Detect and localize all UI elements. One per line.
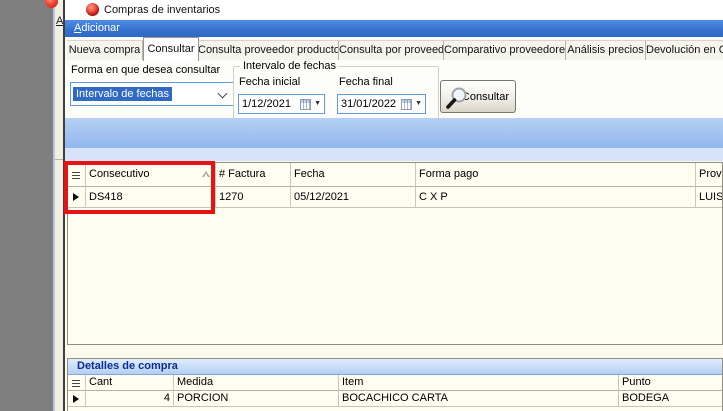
calendar-icon[interactable] <box>300 99 311 110</box>
grid-options-cell[interactable] <box>68 375 86 390</box>
tab-analisis-precios[interactable]: Análisis precios <box>566 40 646 61</box>
column-header-forma-pago[interactable]: Forma pago <box>416 163 696 186</box>
grid-options-icon <box>72 380 80 387</box>
column-header-factura[interactable]: # Factura <box>216 163 291 186</box>
menu-bar: Adicionar <box>65 20 723 37</box>
row-marker-cell <box>68 391 86 406</box>
consult-mode-value: Intervalo de fechas <box>73 87 172 101</box>
annotation-highlight <box>64 161 215 214</box>
tab-consultar[interactable]: Consultar <box>143 37 199 61</box>
details-title-bar: Detalles de compra <box>68 359 722 375</box>
toolbar-band <box>65 118 723 148</box>
date-range-group-title: Intervalo de fechas <box>240 60 339 72</box>
cell-proveedor[interactable]: LUIS . <box>696 187 722 207</box>
current-row-marker-icon <box>73 395 79 403</box>
calendar-icon[interactable] <box>401 99 412 110</box>
tab-consulta-por-proveedor[interactable]: Consulta por proveedor <box>339 40 444 61</box>
cell-fecha[interactable]: 05/12/2021 <box>291 187 416 207</box>
cell-punto[interactable]: BODEGA <box>619 391 722 406</box>
column-header-proveedor[interactable]: Prove <box>696 163 722 186</box>
end-date-input[interactable]: 31/01/2022 ▼ <box>337 94 426 114</box>
tab-comparativo-proveedores[interactable]: Comparativo proveedores <box>444 40 566 61</box>
cell-forma-pago[interactable]: C X P <box>416 187 696 207</box>
background-divider-line <box>55 159 63 160</box>
date-dropdown-arrow-icon[interactable]: ▼ <box>314 99 321 109</box>
column-header-item[interactable]: Item <box>339 375 619 390</box>
details-header-row: Cant Medida Item Punto <box>68 375 722 391</box>
column-header-medida[interactable]: Medida <box>174 375 339 390</box>
cell-factura[interactable]: 1270 <box>216 187 291 207</box>
cell-item[interactable]: BOCACHICO CARTA <box>339 391 619 406</box>
column-header-punto[interactable]: Punto <box>619 375 722 390</box>
search-icon <box>445 85 471 111</box>
start-date-value: 1/12/2021 <box>242 98 300 110</box>
screenshot-root: A Compras de inventarios Adicionar Nueva… <box>0 0 723 411</box>
chevron-down-icon[interactable] <box>218 89 228 99</box>
date-range-groupbox: Intervalo de fechas Fecha inicial 1/12/2… <box>233 66 439 119</box>
tab-nueva-compra[interactable]: Nueva compra <box>67 40 143 61</box>
details-title: Detalles de compra <box>77 359 178 374</box>
end-date-value: 31/01/2022 <box>341 98 401 110</box>
table-row[interactable]: 4 PORCION BOCACHICO CARTA BODEGA <box>68 391 722 407</box>
cell-medida[interactable]: PORCION <box>174 391 339 406</box>
menu-adicionar-label: dicionar <box>81 22 120 34</box>
tab-devolucion-en-compras[interactable]: Devolución en Co <box>646 40 723 61</box>
end-date-label: Fecha final <box>339 76 393 88</box>
menu-adicionar[interactable]: Adicionar <box>69 20 125 37</box>
column-header-cant[interactable]: Cant <box>86 375 174 390</box>
title-bar: Compras de inventarios <box>65 0 723 20</box>
tab-consulta-proveedor-productos[interactable]: Consulta proveedor productos <box>198 40 339 61</box>
consultar-button[interactable]: Consultar <box>440 80 516 113</box>
consult-mode-select[interactable]: Intervalo de fechas <box>70 82 234 106</box>
start-date-label: Fecha inicial <box>239 76 300 88</box>
toolbar-band-light <box>65 148 723 161</box>
consult-mode-label: Forma en que desea consultar <box>71 64 220 76</box>
cell-cant[interactable]: 4 <box>86 391 174 406</box>
window-title: Compras de inventarios <box>104 0 220 20</box>
details-grid: Detalles de compra Cant Medida Item Punt… <box>67 358 723 411</box>
background-window-strip <box>55 0 63 411</box>
app-icon <box>86 3 99 16</box>
column-header-fecha[interactable]: Fecha <box>291 163 416 186</box>
date-dropdown-arrow-icon[interactable]: ▼ <box>415 99 422 109</box>
start-date-input[interactable]: 1/12/2021 ▼ <box>238 94 325 114</box>
query-form-panel: Forma en que desea consultar Intervalo d… <box>65 60 723 118</box>
tab-strip: Nueva compra Consultar Consulta proveedo… <box>65 37 723 61</box>
